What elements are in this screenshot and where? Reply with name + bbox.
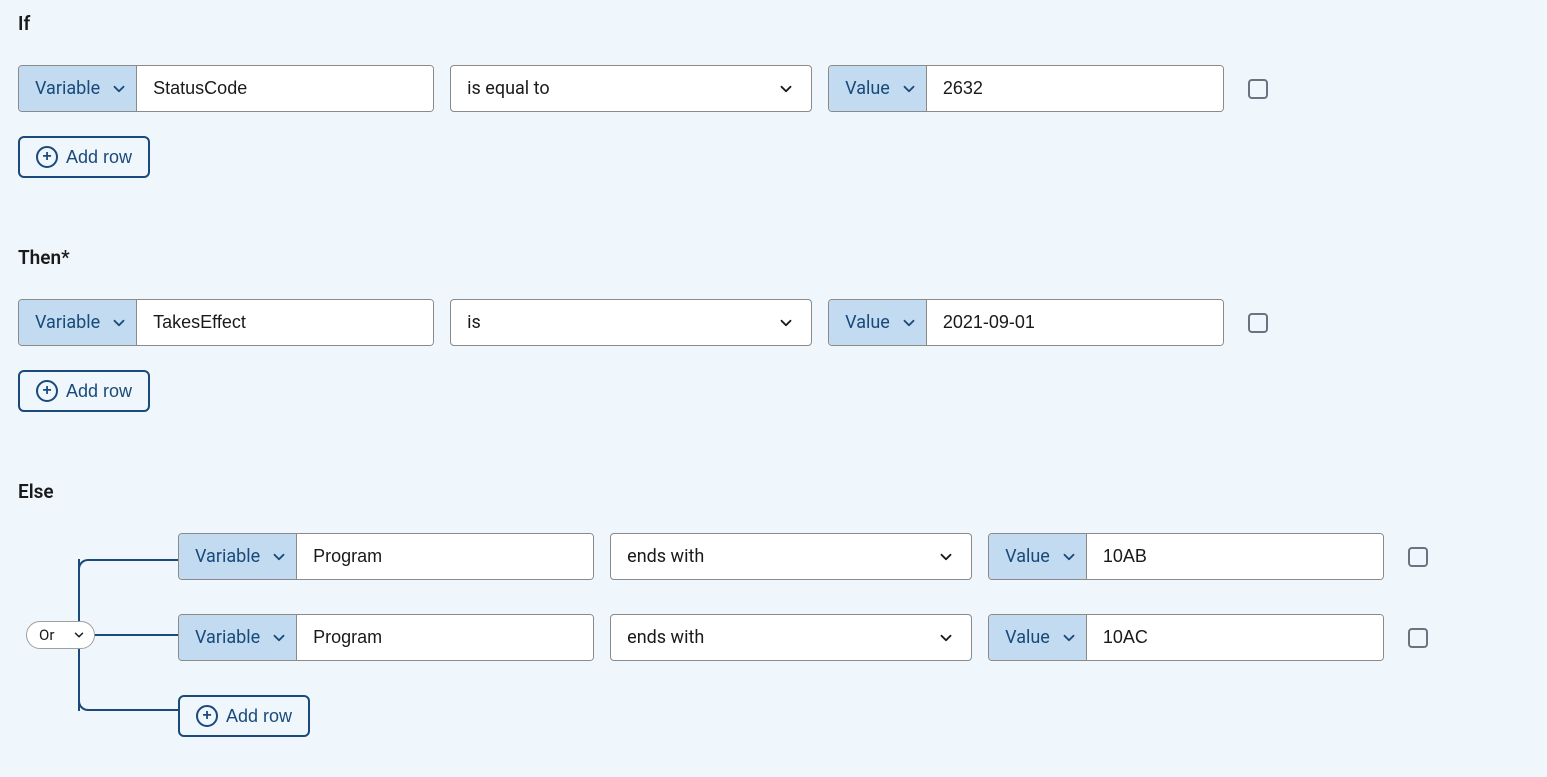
else-value-input[interactable] — [1087, 534, 1383, 579]
else-name-input[interactable] — [297, 534, 593, 579]
then-right-type-select[interactable]: Value — [829, 300, 927, 345]
if-add-row-button[interactable]: Add row — [18, 136, 150, 178]
else-right-field: Value — [988, 533, 1384, 580]
add-row-label: Add row — [226, 706, 292, 727]
else-operator-label: ends with — [627, 627, 704, 648]
else-right-field: Value — [988, 614, 1384, 661]
section-label-then: Then* — [18, 246, 1529, 269]
else-logic-label: Or — [39, 626, 54, 644]
else-row-checkbox[interactable] — [1408, 547, 1428, 567]
else-logic-select[interactable]: Or — [26, 621, 95, 649]
if-operator-label: is equal to — [467, 78, 549, 99]
else-block: Or Variable ends with Value — [18, 533, 1529, 737]
else-right-type-select[interactable]: Value — [989, 534, 1087, 579]
then-left-type-label: Variable — [35, 312, 100, 333]
if-left-field: Variable — [18, 65, 434, 112]
chevron-down-icon — [937, 548, 955, 566]
bracket-line — [94, 709, 178, 711]
then-rule-row: Variable is Value — [18, 299, 1529, 346]
else-right-type-select[interactable]: Value — [989, 615, 1087, 660]
bracket-corner — [78, 559, 96, 577]
chevron-down-icon — [110, 314, 128, 332]
if-left-type-label: Variable — [35, 78, 100, 99]
chevron-down-icon — [270, 629, 288, 647]
chevron-down-icon — [1060, 548, 1078, 566]
then-operator-label: is — [467, 312, 481, 333]
else-operator-select[interactable]: ends with — [610, 614, 972, 661]
chevron-down-icon — [72, 628, 86, 642]
then-name-input[interactable] — [137, 300, 433, 345]
chevron-down-icon — [777, 314, 795, 332]
chevron-down-icon — [937, 629, 955, 647]
else-right-type-label: Value — [1005, 627, 1050, 648]
add-row-label: Add row — [66, 147, 132, 168]
else-left-type-select[interactable]: Variable — [179, 615, 297, 660]
if-right-field: Value — [828, 65, 1224, 112]
section-label-else: Else — [18, 480, 1529, 503]
else-value-input[interactable] — [1087, 615, 1383, 660]
else-rule-row: Variable ends with Value — [178, 614, 1529, 661]
then-operator-select[interactable]: is — [450, 299, 812, 346]
plus-circle-icon — [196, 705, 218, 727]
section-label-if: If — [18, 12, 1529, 35]
if-right-type-select[interactable]: Value — [829, 66, 927, 111]
then-right-field: Value — [828, 299, 1224, 346]
else-right-type-label: Value — [1005, 546, 1050, 567]
if-operator-select[interactable]: is equal to — [450, 65, 812, 112]
bracket-line — [94, 559, 178, 561]
plus-circle-icon — [36, 146, 58, 168]
else-left-type-select[interactable]: Variable — [179, 534, 297, 579]
then-left-type-select[interactable]: Variable — [19, 300, 137, 345]
if-name-input[interactable] — [137, 66, 433, 111]
else-left-type-label: Variable — [195, 546, 260, 567]
logic-column: Or — [18, 533, 178, 737]
add-row-label: Add row — [66, 381, 132, 402]
then-left-field: Variable — [18, 299, 434, 346]
if-rule-row: Variable is equal to Value — [18, 65, 1529, 112]
then-value-input[interactable] — [927, 300, 1223, 345]
else-add-row-button[interactable]: Add row — [178, 695, 310, 737]
else-operator-select[interactable]: ends with — [610, 533, 972, 580]
else-rows: Variable ends with Value Va — [178, 533, 1529, 737]
chevron-down-icon — [110, 80, 128, 98]
else-operator-label: ends with — [627, 546, 704, 567]
plus-circle-icon — [36, 380, 58, 402]
if-value-input[interactable] — [927, 66, 1223, 111]
chevron-down-icon — [1060, 629, 1078, 647]
chevron-down-icon — [777, 80, 795, 98]
else-left-type-label: Variable — [195, 627, 260, 648]
if-row-checkbox[interactable] — [1248, 79, 1268, 99]
else-name-input[interactable] — [297, 615, 593, 660]
else-row-checkbox[interactable] — [1408, 628, 1428, 648]
chevron-down-icon — [900, 80, 918, 98]
then-row-checkbox[interactable] — [1248, 313, 1268, 333]
then-right-type-label: Value — [845, 312, 890, 333]
then-add-row-button[interactable]: Add row — [18, 370, 150, 412]
else-rule-row: Variable ends with Value — [178, 533, 1529, 580]
chevron-down-icon — [270, 548, 288, 566]
chevron-down-icon — [900, 314, 918, 332]
else-left-field: Variable — [178, 533, 594, 580]
if-right-type-label: Value — [845, 78, 890, 99]
else-left-field: Variable — [178, 614, 594, 661]
if-left-type-select[interactable]: Variable — [19, 66, 137, 111]
